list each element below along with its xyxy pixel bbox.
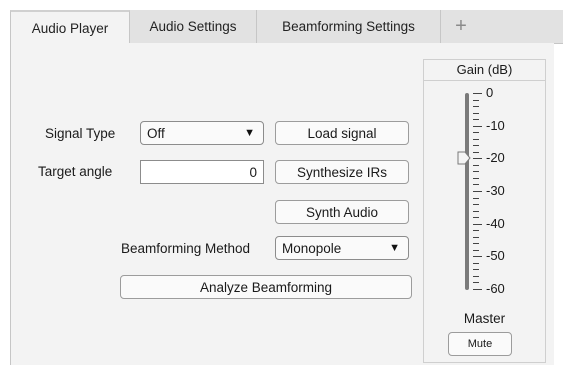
signal-type-value: Off: [147, 125, 165, 141]
gain-minor-tick: [473, 100, 479, 101]
add-tab-button[interactable]: +: [441, 10, 481, 43]
load-signal-button[interactable]: Load signal: [275, 121, 409, 145]
analyze-beamforming-button[interactable]: Analyze Beamforming: [120, 275, 412, 299]
tab-bar: Audio Player Audio Settings Beamforming …: [10, 10, 563, 44]
gain-minor-tick: [473, 230, 479, 231]
gain-title: Gain (dB): [424, 60, 545, 81]
signal-type-dropdown[interactable]: Off ▼: [140, 121, 264, 145]
gain-minor-tick: [473, 243, 479, 244]
gain-major-tick: [473, 191, 482, 192]
gain-minor-tick: [473, 250, 479, 251]
gain-minor-tick: [473, 217, 479, 218]
gain-minor-tick: [473, 106, 479, 107]
gain-minor-tick: [473, 263, 479, 264]
gain-minor-tick: [473, 178, 479, 179]
tab-beamforming-settings[interactable]: Beamforming Settings: [257, 10, 441, 43]
gain-minor-tick: [473, 113, 479, 114]
synth-audio-button[interactable]: Synth Audio: [275, 200, 409, 224]
tab-audio-player[interactable]: Audio Player: [10, 10, 130, 44]
gain-major-tick: [473, 93, 482, 94]
master-label: Master: [463, 311, 506, 326]
gain-tick-label: -50: [486, 248, 505, 263]
signal-type-label: Signal Type: [45, 126, 116, 141]
gain-tick-label: -10: [486, 118, 505, 133]
gain-slider-track[interactable]: [465, 93, 469, 290]
gain-minor-tick: [473, 171, 479, 172]
gain-minor-tick: [473, 132, 479, 133]
synthesize-irs-button[interactable]: Synthesize IRs: [275, 160, 409, 184]
gain-major-tick: [473, 126, 482, 127]
gain-minor-tick: [473, 237, 479, 238]
mute-button[interactable]: Mute: [448, 332, 512, 356]
chevron-down-icon: ▼: [389, 242, 400, 254]
gain-minor-tick: [473, 184, 479, 185]
gain-panel: Gain (dB) 0 -10 -20 -30 -40 -50 -60 Master Mut…: [423, 59, 546, 363]
gain-minor-tick: [473, 269, 479, 270]
gain-tick-label: -40: [486, 216, 505, 231]
gain-minor-tick: [473, 276, 479, 277]
gain-tick-label: -30: [486, 183, 505, 198]
gain-major-tick: [473, 289, 482, 290]
gain-tick-label: -20: [486, 150, 505, 165]
gain-tick-label: -60: [486, 281, 505, 296]
audio-player-panel: Signal Type Off ▼ Load signal Target ang…: [10, 43, 554, 365]
gain-slider-thumb[interactable]: [457, 151, 471, 165]
gain-major-tick: [473, 224, 482, 225]
gain-minor-tick: [473, 119, 479, 120]
tab-audio-settings[interactable]: Audio Settings: [130, 10, 257, 43]
gain-tick-label: 0: [486, 85, 494, 100]
gain-minor-tick: [473, 152, 479, 153]
gain-minor-tick: [473, 145, 479, 146]
gain-minor-tick: [473, 282, 479, 283]
gain-major-tick: [473, 256, 482, 257]
gain-minor-tick: [473, 204, 479, 205]
beamforming-method-label: Beamforming Method: [121, 241, 251, 256]
beamforming-method-value: Monopole: [282, 240, 342, 256]
gain-minor-tick: [473, 211, 479, 212]
gain-minor-tick: [473, 198, 479, 199]
beamforming-method-dropdown[interactable]: Monopole ▼: [275, 236, 409, 260]
chevron-down-icon: ▼: [244, 127, 255, 139]
gain-minor-tick: [473, 165, 479, 166]
gain-minor-tick: [473, 139, 479, 140]
target-angle-label: Target angle: [38, 164, 113, 179]
target-angle-field[interactable]: 0: [140, 160, 264, 184]
gain-major-tick: [473, 158, 482, 159]
